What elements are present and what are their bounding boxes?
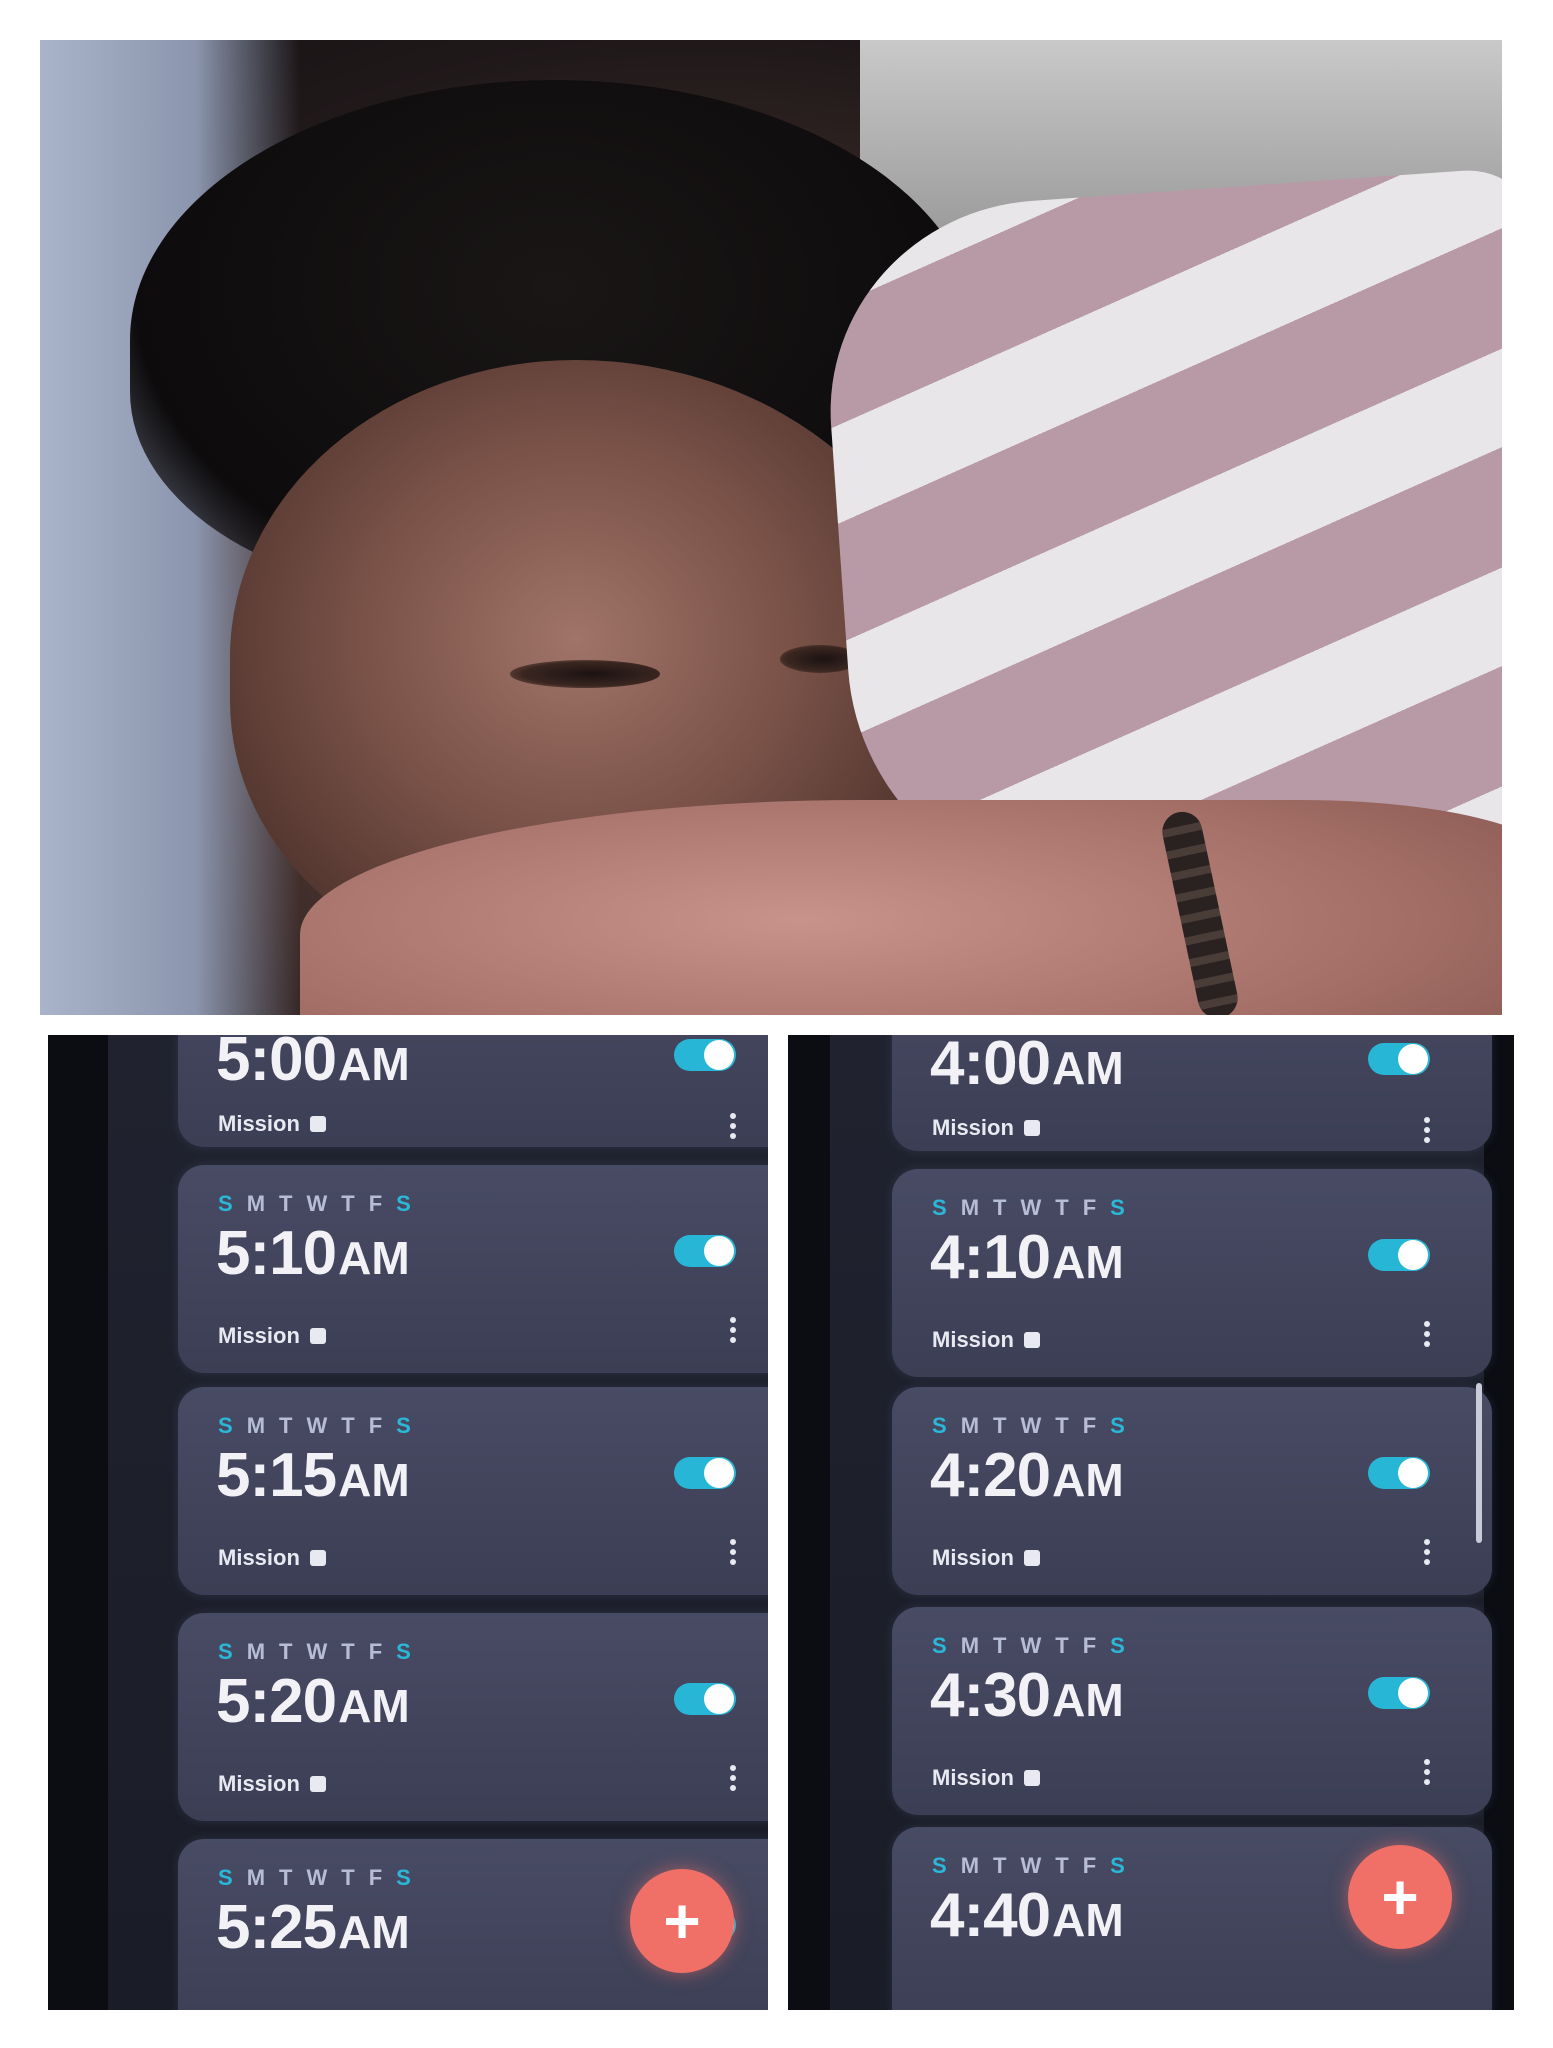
more-vertical-icon[interactable] xyxy=(730,1317,736,1343)
alarm-card[interactable]: 5:00AM Mission xyxy=(178,1035,768,1147)
mission-label: Mission xyxy=(932,1765,1040,1791)
alarm-time: 4:20AM xyxy=(930,1441,1124,1510)
mission-label: Mission xyxy=(932,1327,1040,1353)
phone-screenshot-right: 4:00AM Mission S M T W T F S 4:10AM Miss… xyxy=(788,1035,1514,2010)
square-icon xyxy=(309,1776,326,1792)
repeat-days: S M T W T F S xyxy=(218,1865,413,1890)
alarm-toggle[interactable] xyxy=(1368,1677,1430,1709)
mission-label: Mission xyxy=(218,1771,326,1797)
eye-left xyxy=(510,660,660,688)
alarm-time: 5:20AM xyxy=(216,1667,410,1736)
alarm-card[interactable]: S M T W T F S 5:20AM Mission xyxy=(178,1613,768,1821)
alarm-card[interactable]: S M T W T F S 4:30AM Mission xyxy=(892,1607,1492,1815)
alarm-toggle[interactable] xyxy=(674,1235,736,1267)
square-icon xyxy=(309,1550,326,1566)
alarm-list-right: 4:00AM Mission S M T W T F S 4:10AM Miss… xyxy=(830,1035,1492,2010)
square-icon xyxy=(1023,1120,1040,1136)
plus-icon: + xyxy=(663,1885,701,1957)
alarm-card[interactable]: 4:00AM Mission xyxy=(892,1035,1492,1151)
repeat-days: S M T W T F S xyxy=(932,1195,1127,1220)
square-icon xyxy=(309,1328,326,1344)
square-icon xyxy=(1023,1550,1040,1566)
add-alarm-button[interactable]: + xyxy=(1348,1845,1452,1949)
alarm-time: 5:15AM xyxy=(216,1441,410,1510)
more-vertical-icon[interactable] xyxy=(1424,1117,1430,1143)
square-icon xyxy=(1023,1770,1040,1786)
selfie-photo xyxy=(40,40,1502,1015)
alarm-card[interactable]: S M T W T F S 5:15AM Mission xyxy=(178,1387,768,1595)
mission-label: Mission xyxy=(932,1545,1040,1571)
phone-screenshot-left: 5:00AM Mission S M T W T F S 5:10AM Miss… xyxy=(48,1035,768,2010)
repeat-days: S M T W T F S xyxy=(932,1853,1127,1878)
mission-label: Mission xyxy=(218,1111,326,1137)
alarm-time: 5:00AM xyxy=(216,1035,410,1094)
repeat-days: S M T W T F S xyxy=(218,1191,413,1216)
alarm-toggle[interactable] xyxy=(674,1457,736,1489)
mission-label: Mission xyxy=(932,1115,1040,1141)
scrollbar[interactable] xyxy=(1476,1383,1482,1543)
repeat-days: S M T W T F S xyxy=(218,1639,413,1664)
alarm-card[interactable]: S M T W T F S 5:10AM Mission xyxy=(178,1165,768,1373)
alarm-time: 4:30AM xyxy=(930,1661,1124,1730)
more-vertical-icon[interactable] xyxy=(730,1765,736,1791)
alarm-toggle[interactable] xyxy=(1368,1043,1430,1075)
alarm-time: 5:25AM xyxy=(216,1893,410,1962)
alarm-card[interactable]: S M T W T F S 4:10AM Mission xyxy=(892,1169,1492,1377)
square-icon xyxy=(1023,1332,1040,1348)
mission-label: Mission xyxy=(218,1323,326,1349)
alarm-time: 5:10AM xyxy=(216,1219,410,1288)
more-vertical-icon[interactable] xyxy=(1424,1539,1430,1565)
alarm-toggle[interactable] xyxy=(674,1039,736,1071)
alarm-card[interactable]: S M T W T F S 4:20AM Mission xyxy=(892,1387,1492,1595)
alarm-toggle[interactable] xyxy=(1368,1239,1430,1271)
alarm-toggle[interactable] xyxy=(674,1683,736,1715)
alarm-time: 4:10AM xyxy=(930,1223,1124,1292)
repeat-days: S M T W T F S xyxy=(932,1413,1127,1438)
alarm-time: 4:00AM xyxy=(930,1035,1124,1098)
more-vertical-icon[interactable] xyxy=(1424,1759,1430,1785)
repeat-days: S M T W T F S xyxy=(218,1413,413,1438)
square-icon xyxy=(309,1116,326,1132)
more-vertical-icon[interactable] xyxy=(730,1113,736,1139)
more-vertical-icon[interactable] xyxy=(730,1539,736,1565)
mission-label: Mission xyxy=(218,1545,326,1571)
alarm-time: 4:40AM xyxy=(930,1881,1124,1950)
plus-icon: + xyxy=(1381,1861,1419,1933)
alarm-toggle[interactable] xyxy=(1368,1457,1430,1489)
add-alarm-button[interactable]: + xyxy=(630,1869,734,1973)
repeat-days: S M T W T F S xyxy=(932,1633,1127,1658)
alarm-list-left: 5:00AM Mission S M T W T F S 5:10AM Miss… xyxy=(108,1035,768,2010)
more-vertical-icon[interactable] xyxy=(1424,1321,1430,1347)
